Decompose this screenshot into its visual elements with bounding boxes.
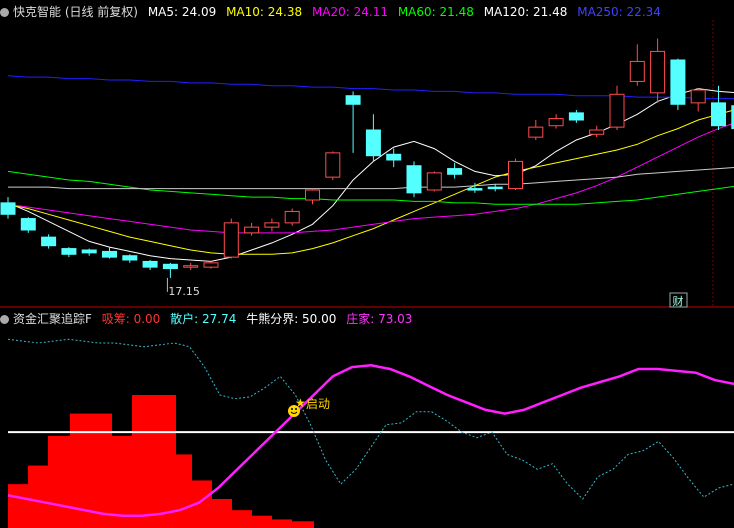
absorb-bar xyxy=(176,454,192,528)
absorb-bar xyxy=(132,395,176,528)
candle[interactable] xyxy=(0,197,16,219)
candle[interactable] xyxy=(568,110,584,123)
moving-averages xyxy=(7,75,734,262)
candle[interactable] xyxy=(426,171,442,192)
candle[interactable] xyxy=(365,114,381,162)
candle[interactable] xyxy=(609,85,625,130)
candle[interactable] xyxy=(345,91,361,153)
candle[interactable] xyxy=(142,260,158,270)
candle[interactable] xyxy=(122,254,138,263)
candle[interactable] xyxy=(81,248,97,256)
candlesticks[interactable] xyxy=(0,38,734,278)
candle[interactable] xyxy=(223,218,239,259)
candle[interactable] xyxy=(162,262,178,278)
start-label: 启动 xyxy=(306,397,330,411)
absorb-bar xyxy=(272,519,292,528)
absorb-bar xyxy=(8,484,28,528)
ma-line-ma10 xyxy=(7,109,734,255)
absorb-bar xyxy=(252,515,272,528)
candle[interactable] xyxy=(203,261,219,269)
start-signal: ★ 启动 xyxy=(288,396,330,417)
candle[interactable] xyxy=(284,208,300,226)
candle[interactable] xyxy=(61,247,77,258)
candle[interactable] xyxy=(406,161,422,198)
ma-line-ma250 xyxy=(7,75,734,100)
candle[interactable] xyxy=(690,88,706,112)
candle[interactable] xyxy=(102,247,117,259)
candle[interactable] xyxy=(41,234,57,249)
candle[interactable] xyxy=(650,38,666,103)
absorb-bar xyxy=(212,499,232,528)
absorb-bar xyxy=(28,465,48,528)
low-price-label: 17.15 xyxy=(168,285,200,298)
candle[interactable] xyxy=(325,151,341,180)
candle[interactable] xyxy=(629,44,645,86)
candle[interactable] xyxy=(508,158,523,190)
candle[interactable] xyxy=(528,120,544,140)
low-annotation: 17.15 xyxy=(166,277,200,298)
candle[interactable] xyxy=(711,85,726,130)
chart-canvas[interactable]: 17.15 财 ★ 启动 xyxy=(0,0,734,528)
candle[interactable] xyxy=(670,58,686,110)
candle[interactable] xyxy=(20,217,36,233)
candle[interactable] xyxy=(183,262,199,270)
candle[interactable] xyxy=(305,188,320,205)
candle[interactable] xyxy=(548,114,564,129)
finance-badge-text: 财 xyxy=(673,294,684,308)
candle[interactable] xyxy=(264,218,280,232)
finance-badge[interactable]: 财 xyxy=(669,292,688,308)
candle[interactable] xyxy=(447,162,463,179)
absorb-bar xyxy=(232,510,252,528)
candle[interactable] xyxy=(244,222,260,236)
absorb-bar xyxy=(48,435,70,528)
candle[interactable] xyxy=(386,148,402,168)
candle[interactable] xyxy=(487,184,503,192)
ma-line-ma5 xyxy=(7,88,734,262)
star-icon: ★ xyxy=(295,396,306,410)
absorb-bar xyxy=(292,521,314,528)
absorb-histogram xyxy=(8,395,314,528)
candle[interactable] xyxy=(589,125,605,138)
